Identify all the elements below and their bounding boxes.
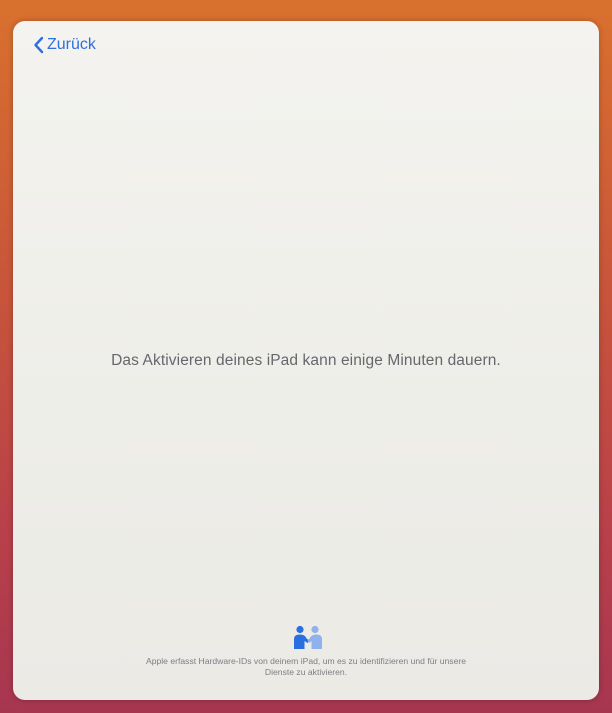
privacy-notice: Apple erfasst Hardware-IDs von deinem iP… [73, 656, 539, 678]
privacy-notice-line2: Dienste zu aktivieren. [264, 667, 348, 677]
chevron-left-icon [34, 36, 44, 54]
privacy-notice-line1: Apple erfasst Hardware-IDs von deinem iP… [145, 656, 467, 666]
activation-message: Das Aktivieren deines iPad kann einige M… [111, 352, 501, 369]
back-button[interactable]: Zurück [33, 33, 96, 57]
activation-screen: Zurück Das Aktivieren deines iPad kann e… [13, 21, 599, 700]
back-label: Zurück [47, 36, 96, 53]
privacy-handshake-icon [294, 625, 322, 649]
